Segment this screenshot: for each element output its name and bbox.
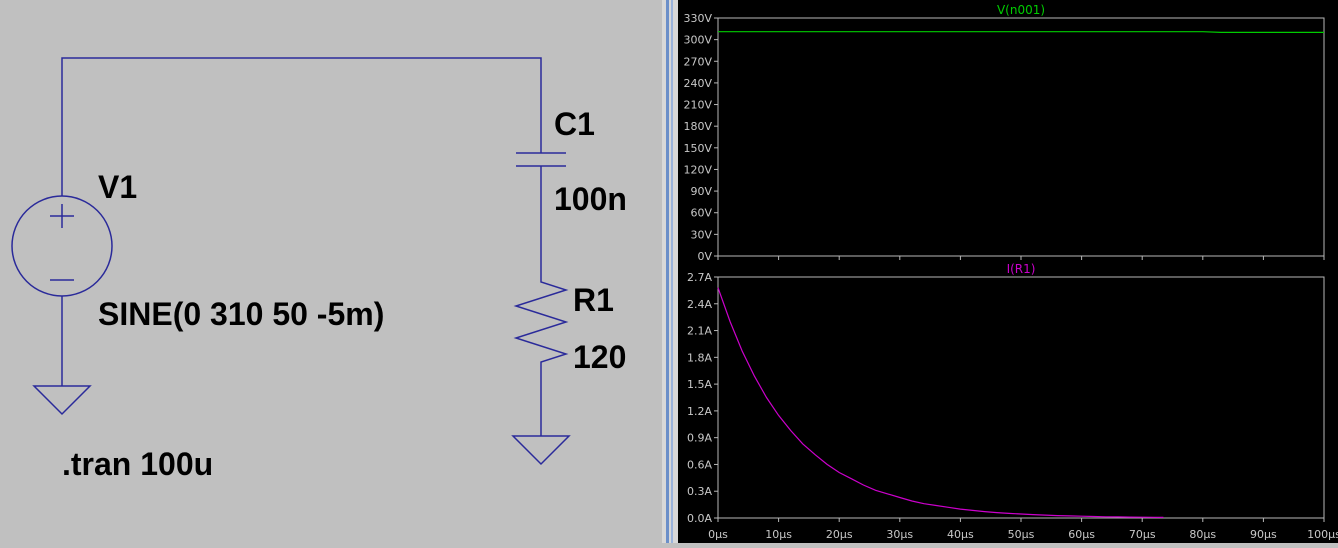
y-tick-label: 2.4A [687, 298, 712, 311]
ground-v1-icon [32, 385, 92, 416]
y-tick-label: 2.1A [687, 325, 712, 338]
splitter-bar-highlight [671, 0, 673, 543]
c1-capacitor-symbol[interactable] [516, 152, 566, 167]
v1-name-label[interactable]: V1 [98, 169, 137, 205]
splitter-bar [666, 0, 669, 543]
x-tick-label: 50µs [1008, 528, 1035, 541]
x-tick-label: 80µs [1189, 528, 1216, 541]
x-tick-label: 10µs [765, 528, 792, 541]
x-tick-label: 60µs [1068, 528, 1095, 541]
r1-name-label[interactable]: R1 [573, 282, 614, 318]
y-tick-label: 60V [690, 207, 712, 220]
pane-splitter[interactable] [662, 0, 678, 543]
x-tick-label: 90µs [1250, 528, 1277, 541]
x-tick-label: 100µs [1307, 528, 1338, 541]
trace-line-0[interactable] [718, 31, 1324, 34]
x-tick-label: 40µs [947, 528, 974, 541]
y-tick-label: 0.0A [687, 512, 712, 525]
y-tick-label: 0.3A [687, 485, 712, 498]
waveform-viewer[interactable]: V(n001) 330V 300V 270V 240V 210V 180V 150V 120V 9… [678, 0, 1338, 543]
y-tick-label: 0.9A [687, 432, 712, 445]
y-tick-label: 150V [683, 142, 712, 155]
plot-pane-frame-1[interactable] [717, 276, 1325, 519]
trace-line-1[interactable] [717, 287, 1164, 518]
plot-pane-frame-0[interactable] [717, 17, 1325, 257]
trace-title-0[interactable]: V(n001) [997, 3, 1045, 17]
y-tick-label: 270V [683, 55, 712, 68]
r1-resistor-symbol[interactable] [513, 272, 569, 374]
v1-value-label[interactable]: SINE(0 310 50 -5m) [98, 296, 384, 332]
y-tick-label: 2.7A [687, 271, 712, 284]
y-tick-label: 330V [683, 12, 712, 25]
x-tick-label: 70µs [1129, 528, 1156, 541]
y-tick-label: 90V [690, 185, 712, 198]
tran-directive[interactable]: .tran 100u [62, 446, 213, 482]
schematic-canvas[interactable]: V1 SINE(0 310 50 -5m) C1 100n R1 120 .tr… [0, 0, 662, 543]
y-tick-label: 1.5A [687, 378, 712, 391]
y-tick-label: 300V [683, 34, 712, 47]
c1-value-label[interactable]: 100n [554, 181, 627, 217]
waveform-canvas[interactable]: V(n001) 330V 300V 270V 240V 210V 180V 150V 120V 9… [678, 0, 1338, 543]
wires [61, 57, 542, 436]
y-tick-label: 180V [683, 120, 712, 133]
y-tick-label: 30V [690, 228, 712, 241]
v1-source-symbol[interactable] [11, 195, 113, 297]
y-tick-label: 120V [683, 163, 712, 176]
y-tick-label: 0.6A [687, 458, 712, 471]
x-tick-label: 30µs [886, 528, 913, 541]
r1-value-label[interactable]: 120 [573, 339, 626, 375]
trace-title-1[interactable]: I(R1) [1007, 262, 1036, 276]
x-tick-label: 20µs [826, 528, 853, 541]
y-tick-label: 210V [683, 99, 712, 112]
c1-name-label[interactable]: C1 [554, 106, 595, 142]
ground-r1-icon [511, 435, 571, 466]
y-tick-label: 1.2A [687, 405, 712, 418]
y-tick-label: 0V [697, 250, 712, 263]
x-tick-label: 0µs [708, 528, 728, 541]
schematic-panel[interactable]: V1 SINE(0 310 50 -5m) C1 100n R1 120 .tr… [0, 0, 662, 543]
y-tick-label: 240V [683, 77, 712, 90]
y-tick-label: 1.8A [687, 351, 712, 364]
